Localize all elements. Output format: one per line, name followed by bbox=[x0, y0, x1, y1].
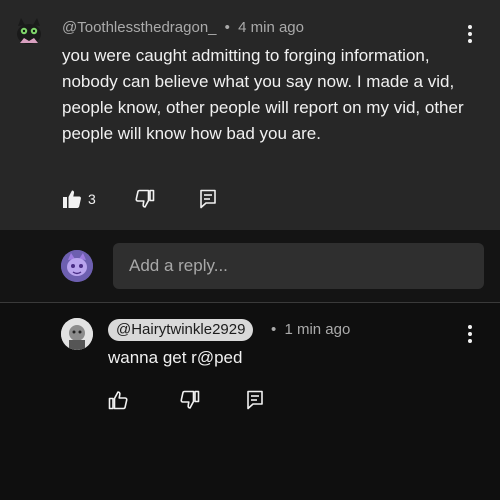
thumbs-up-filled-icon[interactable] bbox=[62, 189, 82, 214]
replier-avatar[interactable] bbox=[61, 318, 93, 350]
more-vert-icon[interactable] bbox=[464, 23, 476, 45]
reply-input[interactable]: Add a reply... bbox=[113, 243, 484, 289]
reply-meta: • 1 min ago bbox=[271, 321, 350, 338]
meta-separator: • bbox=[271, 321, 277, 338]
reply-handle[interactable]: @Hairytwinkle2929 bbox=[108, 319, 254, 341]
comment-meta: @Toothlessthedragon_ • 4 min ago bbox=[62, 19, 304, 36]
reply-text: wanna get r@ped bbox=[108, 348, 243, 367]
reply-icon[interactable] bbox=[199, 189, 217, 214]
user-avatar[interactable] bbox=[61, 250, 93, 282]
commenter-avatar[interactable] bbox=[12, 14, 46, 48]
comment-time: 4 min ago bbox=[238, 19, 304, 36]
reply-time: 1 min ago bbox=[284, 321, 351, 338]
like-count: 3 bbox=[88, 191, 96, 207]
reply-icon[interactable] bbox=[246, 390, 264, 415]
comment-card: @Toothlessthedragon_ • 4 min ago you wer… bbox=[0, 0, 500, 230]
comment-text: you were caught admitting to forging inf… bbox=[62, 46, 464, 143]
thumbs-up-icon[interactable] bbox=[108, 390, 128, 415]
comment-handle[interactable]: @Toothlessthedragon_ bbox=[62, 19, 217, 36]
divider bbox=[0, 302, 500, 303]
thumbs-down-icon[interactable] bbox=[180, 390, 200, 415]
thumbs-down-icon[interactable] bbox=[135, 189, 155, 214]
more-vert-icon[interactable] bbox=[464, 323, 476, 345]
meta-separator: • bbox=[224, 19, 230, 36]
